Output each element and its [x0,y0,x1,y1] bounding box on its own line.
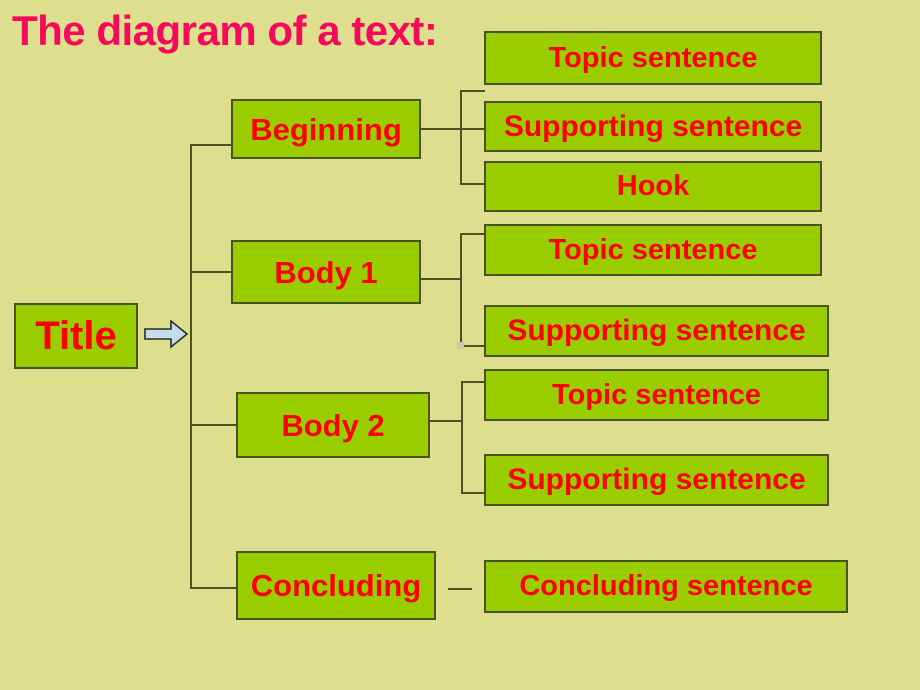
node-concluding-sentence[interactable]: Concluding sentence [484,560,848,613]
connector-beginning-to-topic [460,90,485,92]
node-beginning[interactable]: Beginning [231,99,421,159]
branch-line-body1 [190,271,233,273]
node-body-2-label: Body 2 [281,407,385,443]
connector-beginning-spine [460,90,462,184]
node-body-1-supporting-sentence[interactable]: Supporting sentence [484,305,829,357]
node-beginning-topic-sentence-label: Topic sentence [548,41,758,74]
connector-body2-to-supporting [461,492,485,494]
connector-beginning-to-hook [460,183,485,185]
node-concluding[interactable]: Concluding [236,551,436,620]
branch-line-concluding [190,587,238,589]
branch-line-beginning [190,144,233,146]
node-beginning-hook[interactable]: Hook [484,161,822,212]
connector-beginning-stem [421,128,461,130]
node-beginning-supporting-sentence[interactable]: Supporting sentence [484,101,822,152]
branch-line-body2 [190,424,238,426]
connector-body1-to-topic [460,233,485,235]
node-concluding-sentence-label: Concluding sentence [519,570,813,602]
right-arrow-icon [144,319,189,349]
node-body-2-supporting-sentence[interactable]: Supporting sentence [484,454,829,506]
node-body-2[interactable]: Body 2 [236,392,430,458]
node-body-2-topic-sentence[interactable]: Topic sentence [484,369,829,421]
node-body-2-topic-sentence-label: Topic sentence [552,378,761,411]
trunk-vertical-line [190,145,192,589]
artifact-dot-upper [457,342,464,349]
connector-body2-stem [430,420,462,422]
connector-body2-to-topic [461,381,485,383]
connector-beginning-to-supporting [460,128,485,130]
node-title[interactable]: Title [14,303,138,369]
connector-body1-spine [460,233,462,347]
node-beginning-topic-sentence[interactable]: Topic sentence [484,31,822,85]
node-body-1[interactable]: Body 1 [231,240,421,304]
node-body-1-topic-sentence[interactable]: Topic sentence [484,224,822,276]
diagram-slide: The diagram of a text: Title Beginning T… [0,0,920,690]
node-concluding-label: Concluding [250,568,422,603]
node-body-1-label: Body 1 [274,254,378,290]
node-beginning-supporting-sentence-label: Supporting sentence [503,109,803,143]
connector-body1-stem [421,278,461,280]
node-body-2-supporting-sentence-label: Supporting sentence [507,463,806,496]
node-beginning-hook-label: Hook [616,170,690,202]
page-title: The diagram of a text: [12,7,438,54]
node-beginning-label: Beginning [250,111,402,147]
connector-concluding-stem [448,588,472,590]
node-body-1-topic-sentence-label: Topic sentence [548,233,758,266]
connector-body2-spine [461,381,463,493]
node-title-label: Title [35,314,117,358]
node-body-1-supporting-sentence-label: Supporting sentence [507,314,806,347]
